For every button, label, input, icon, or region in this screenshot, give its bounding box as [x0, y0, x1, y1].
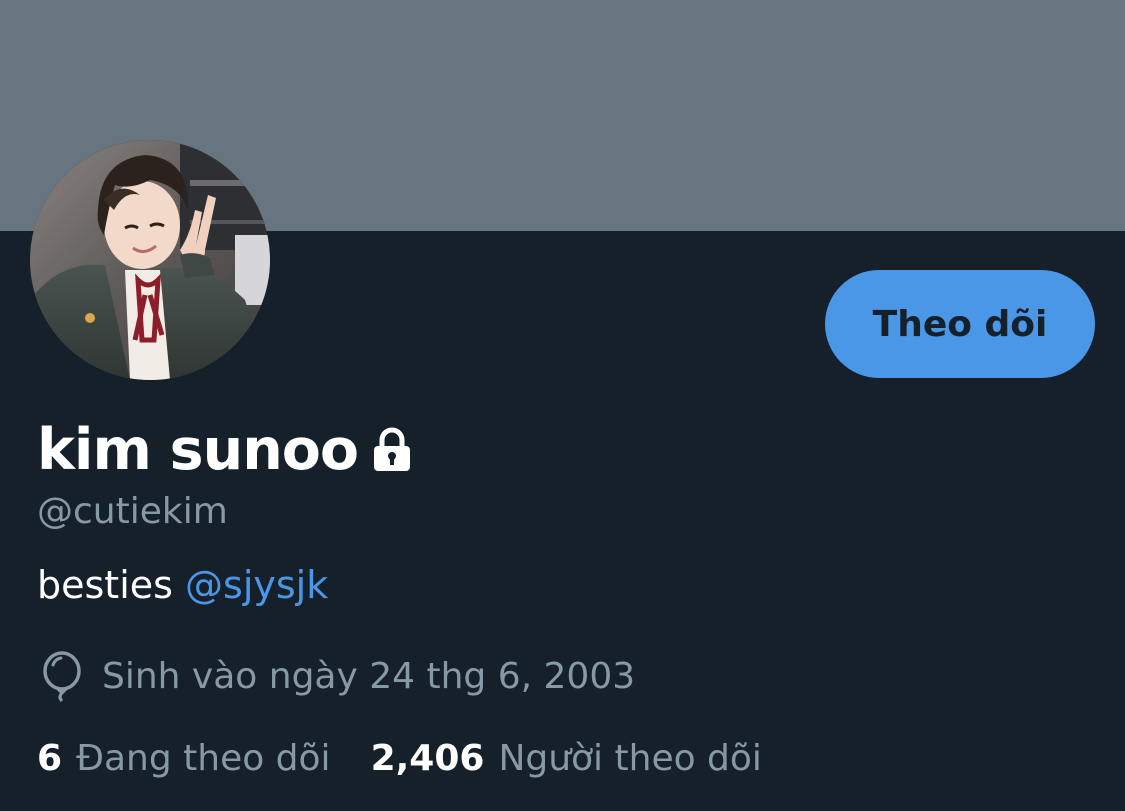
birth-date-row: Sinh vào ngày 24 thg 6, 2003: [40, 650, 635, 704]
profile-page: Theo dõi kim sunoo @cutiekim besties @sj…: [0, 0, 1125, 811]
follow-stats: 6 Đang theo dõi 2,406 Người theo dõi: [37, 738, 762, 792]
profile-bio: besties @sjysjk: [37, 560, 328, 610]
following-label: Đang theo dõi: [76, 738, 331, 779]
avatar-photo: [30, 140, 270, 380]
avatar[interactable]: [30, 140, 270, 380]
following-count: 6: [37, 738, 63, 779]
bio-mention-link[interactable]: @sjysjk: [185, 563, 328, 607]
following-stat-link[interactable]: 6 Đang theo dõi: [37, 738, 331, 779]
followers-stat-link[interactable]: 2,406 Người theo dõi: [371, 738, 762, 779]
display-name: kim sunoo: [37, 417, 359, 483]
name-row: kim sunoo: [37, 414, 416, 486]
follow-button[interactable]: Theo dõi: [825, 270, 1095, 378]
bio-text: besties: [37, 563, 186, 607]
followers-label: Người theo dõi: [498, 738, 762, 779]
balloon-icon: [40, 651, 84, 703]
profile-handle: @cutiekim: [37, 491, 228, 532]
birth-date-text: Sinh vào ngày 24 thg 6, 2003: [102, 656, 636, 697]
followers-count: 2,406: [370, 738, 485, 779]
lock-icon: [368, 426, 416, 474]
